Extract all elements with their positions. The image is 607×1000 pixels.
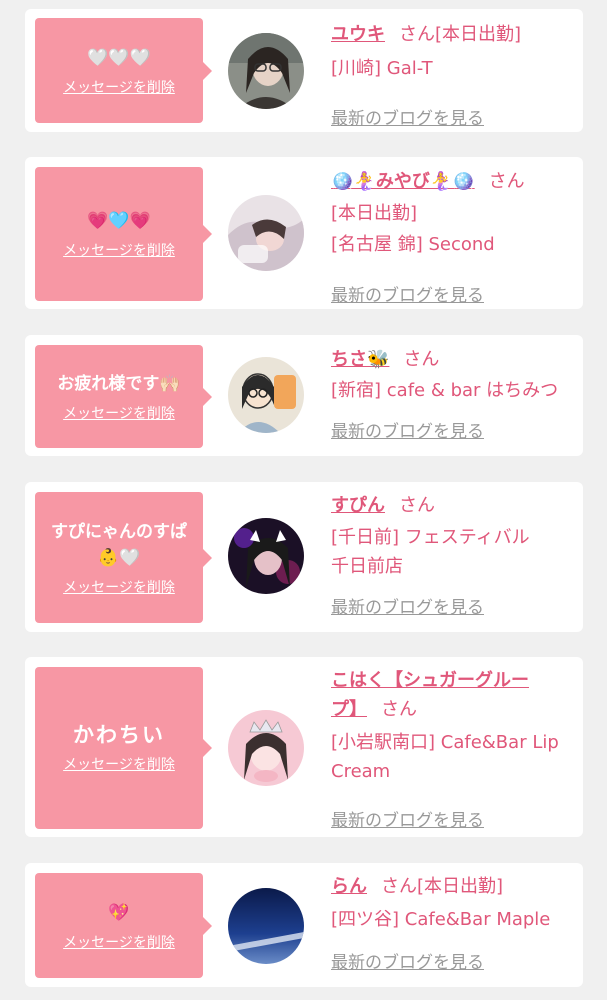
message-text: お疲れ様です🙌🏻 [57,373,181,394]
message-bubble: 💖 メッセージを削除 [35,873,212,978]
message-bubble: 🤍🤍🤍 メッセージを削除 [35,18,212,123]
cast-name-link[interactable]: 🪩🧜‍♀️みやび🧜‍♀️🪩 [331,171,475,192]
message-text-line2: 👶🤍 [97,547,141,568]
cast-name-link[interactable]: ちさ🐝 [331,349,389,370]
shop-label-line1: [小岩駅南口] Cafe&Bar Lip [331,732,559,753]
avatar[interactable] [228,888,304,964]
delete-message-link[interactable]: メッセージを削除 [63,79,175,97]
shop-label: [新宿] cafe & bar はちみつ [331,380,559,401]
delete-message-link[interactable]: メッセージを削除 [63,934,175,952]
blog-link[interactable]: 最新のブログを見る [331,950,484,976]
cast-info: こはく【シュガーグルー プ】 さん [小岩駅南口] Cafe&Bar Lip Cr… [331,666,571,831]
cast-name-link[interactable]: ユウキ [331,24,385,45]
message-card: 💗🩵💗 メッセージを削除 🪩🧜‍♀️みやび🧜‍♀️🪩 さん [本日出勤] [名古屋… [25,157,583,309]
delete-message-link[interactable]: メッセージを削除 [63,242,175,260]
blog-link[interactable]: 最新のブログを見る [331,106,484,132]
honorific: さん [403,349,440,370]
honorific: さん [381,876,417,897]
avatar[interactable] [228,710,304,786]
cast-info: 🪩🧜‍♀️みやび🧜‍♀️🪩 さん [本日出勤] [名古屋 錦] Second 最新… [331,167,571,306]
cast-name-link[interactable]: らん [331,876,367,897]
delete-message-link[interactable]: メッセージを削除 [63,405,175,423]
avatar[interactable] [228,518,304,594]
avatar[interactable] [228,195,304,271]
cast-info: すぴん さん [千日前] フェスティバル 千日前店 最新のブログを見る [331,491,571,618]
cast-info: らん さん[本日出勤] [四ツ谷] Cafe&Bar Maple 最新のブログを見… [331,872,571,973]
cast-info: ちさ🐝 さん [新宿] cafe & bar はちみつ 最新のブログを見る [331,345,571,442]
shop-label: [川崎] Gal-T [331,58,433,79]
message-text: 💖 [108,902,130,923]
message-card: かわちい メッセージを削除 こはく【シュガーグルー プ】 さん [小岩駅南口] C… [25,657,583,837]
delete-message-link[interactable]: メッセージを削除 [63,579,175,597]
message-text-line1: すぴにゃんのすぱ [51,521,187,542]
honorific: さん [381,699,417,720]
honorific: さん [488,171,525,192]
status-badge: [本日出勤] [417,876,504,897]
blog-link[interactable]: 最新のブログを見る [331,283,484,309]
cast-name-link[interactable]: すぴん [331,495,385,516]
avatar[interactable] [228,33,304,109]
status-badge: [本日出勤] [331,203,418,224]
blog-link[interactable]: 最新のブログを見る [331,808,484,834]
delete-message-link[interactable]: メッセージを削除 [63,756,175,774]
avatar[interactable] [228,357,304,433]
message-text: 💗🩵💗 [87,211,151,231]
shop-label-line2: Cream [331,761,391,782]
shop-label: [名古屋 錦] Second [331,234,495,255]
message-bubble: お疲れ様です🙌🏻 メッセージを削除 [35,345,212,448]
blog-link[interactable]: 最新のブログを見る [331,595,484,621]
message-bubble: かわちい メッセージを削除 [35,667,212,829]
cast-name-line1[interactable]: こはく【シュガーグルー [331,670,529,691]
shop-label: [四ツ谷] Cafe&Bar Maple [331,909,551,930]
message-bubble: 💗🩵💗 メッセージを削除 [35,167,212,301]
shop-label-line2: 千日前店 [331,556,403,577]
message-card: 💖 メッセージを削除 らん さん[本日出勤] [四ツ谷] Cafe&Bar Map… [25,863,583,987]
blog-link[interactable]: 最新のブログを見る [331,419,484,445]
message-card: お疲れ様です🙌🏻 メッセージを削除 ちさ🐝 さん [新宿] cafe & bar … [25,335,583,456]
message-card: 🤍🤍🤍 メッセージを削除 ユウキ さん[本日出勤] [川崎] Gal-T 最新のブ… [25,9,583,132]
shop-label-line1: [千日前] フェスティバル [331,527,530,548]
cast-info: ユウキ さん[本日出勤] [川崎] Gal-T 最新のブログを見る [331,20,571,129]
honorific: さん [399,24,435,45]
cast-name-line2[interactable]: プ】 [331,699,367,720]
honorific: さん [399,495,435,516]
message-bubble: すぴにゃんのすぱ 👶🤍 メッセージを削除 [35,492,212,623]
message-card: すぴにゃんのすぱ 👶🤍 メッセージを削除 すぴん さん [千日前] フェスティバル… [25,482,583,632]
message-text: かわちい [73,723,165,747]
message-text: 🤍🤍🤍 [87,47,151,68]
status-badge: [本日出勤] [435,24,522,45]
